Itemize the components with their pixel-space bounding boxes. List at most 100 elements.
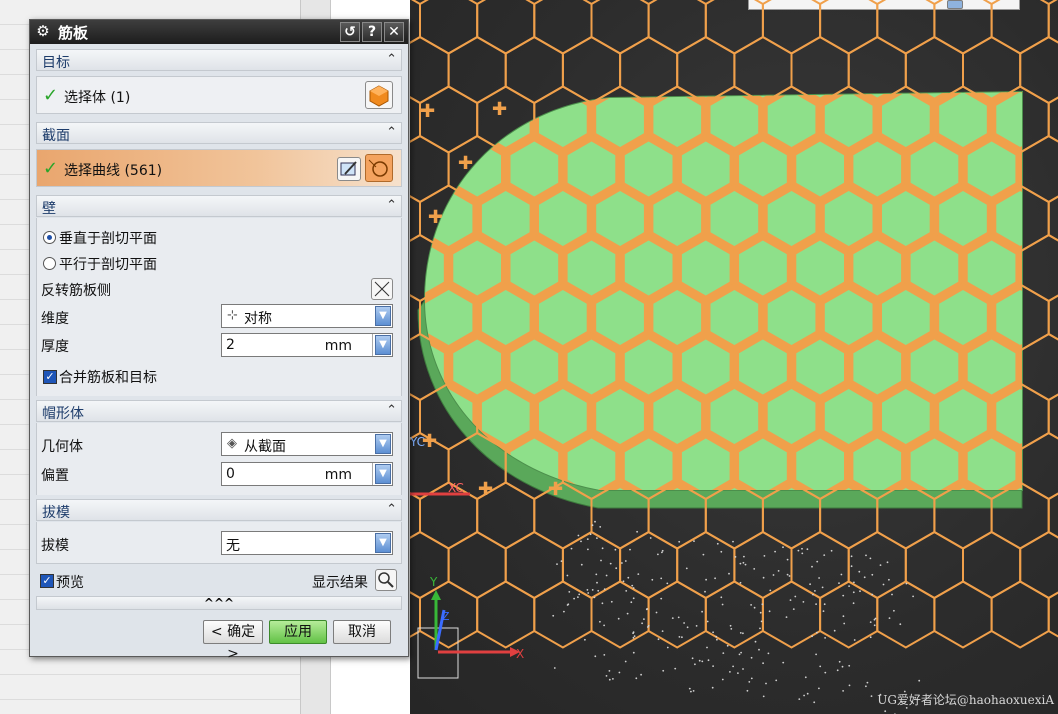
cloud-point [789,599,792,601]
cloud-point [809,583,811,586]
wall-panel: 垂直于剖切平面 平行于剖切平面 反转筋板侧 维度 ⊹ 对称 ▼ 厚度 2 mm … [36,218,402,396]
chevron-down-icon[interactable]: ▼ [375,306,391,326]
cloud-point [705,578,707,581]
cloud-point [882,583,885,586]
radio-perpendicular-label[interactable]: 垂直于剖切平面 [59,228,157,248]
cloud-point [647,624,650,627]
select-body-row[interactable]: ✓ 选择体 (1) [36,76,402,114]
cloud-point [563,610,565,613]
cloud-point [678,636,681,638]
cloud-point [865,554,867,557]
section-draft-header[interactable]: 拔模 ⌃ [36,499,402,521]
section-target-title: 目标 [42,55,70,71]
cloud-point [873,624,876,627]
cloud-point [599,526,602,528]
chevron-down-icon[interactable]: ▼ [375,434,391,454]
dialog-titlebar[interactable]: ⚙ 筋板 ↺ ? ✕ [30,20,408,44]
offset-value[interactable]: 0 [226,466,235,482]
cloud-point [734,556,737,558]
cloud-point [848,684,851,687]
cloud-point [722,652,725,654]
cloud-point [772,574,775,576]
radio-parallel[interactable] [43,257,56,270]
section-cap-title: 帽形体 [42,406,84,422]
cloud-point [721,678,724,681]
cloud-point [843,622,846,625]
section-cap-header[interactable]: 帽形体 ⌃ [36,400,402,422]
cancel-button[interactable]: 取消 [333,620,391,644]
ok-button[interactable]: < 确定 > [203,620,263,662]
cloud-point [720,550,723,553]
chevron-down-icon[interactable]: ▼ [375,464,391,484]
cloud-point [624,560,627,562]
cloud-point [601,602,604,605]
cloud-point [804,676,807,679]
preview-label[interactable]: 预览 [56,572,84,592]
section-section-header[interactable]: 截面 ⌃ [36,122,402,144]
cloud-point [859,590,861,593]
cloud-point [661,630,664,632]
cloud-point [774,550,776,553]
thickness-value[interactable]: 2 [226,337,235,353]
chevron-up-icon[interactable]: ⌃ [386,52,397,67]
hex-cell-outline [1047,195,1058,242]
chevron-up-icon[interactable]: ⌃ [386,403,397,418]
radio-perpendicular[interactable] [43,231,56,244]
hex-cell-outline [1047,492,1058,539]
cloud-point [591,589,594,591]
thickness-input[interactable]: 2 mm ▼ [221,333,393,357]
reverse-direction-icon[interactable] [371,278,393,300]
dimension-select[interactable]: ⊹ 对称 ▼ [221,304,393,328]
hex-cell-outline [933,0,993,55]
geometry-label: 几何体 [41,439,83,455]
cloud-point [838,582,840,584]
cloud-point [662,669,665,672]
cloud-point [824,637,826,639]
cloud-point [599,620,601,623]
draft-value: 无 [226,538,240,554]
show-result-label: 显示结果 [312,575,368,591]
graphics-viewport[interactable]: + + + + + + + XC YC X Y Z UG爱好者论坛@haohaoxuexiA [410,0,1058,714]
chevron-down-icon[interactable]: ▼ [375,533,391,553]
offset-input[interactable]: 0 mm ▼ [221,462,393,486]
collapse-bar[interactable]: ^^^ [36,596,402,610]
chevron-up-icon[interactable]: ⌃ [386,125,397,140]
cloud-point [785,616,788,618]
gear-icon[interactable]: ⚙ [34,22,52,40]
cloud-point [632,636,635,639]
sketch-section-icon[interactable] [337,157,361,181]
merge-label[interactable]: 合并筋板和目标 [59,367,157,387]
cloud-point [884,710,887,713]
hex-cell-outline [761,0,822,55]
apply-button[interactable]: 应用 [269,620,327,644]
reset-icon[interactable]: ↺ [340,22,360,42]
cloud-point [629,548,631,551]
select-body-label: 选择体 (1) [64,90,131,106]
draft-label: 拔模 [41,538,69,554]
draft-select[interactable]: 无 ▼ [221,531,393,555]
select-curve-row[interactable]: ✓ 选择曲线 (561) [36,149,402,187]
cloud-point [649,537,652,539]
geometry-select[interactable]: ◈ 从截面 ▼ [221,432,393,456]
chevron-up-icon[interactable]: ⌃ [386,198,397,213]
magnifier-icon[interactable] [375,569,397,591]
radio-parallel-label[interactable]: 平行于剖切平面 [59,254,157,274]
cloud-point [822,610,825,612]
solid-body-icon[interactable] [365,81,393,109]
merge-checkbox[interactable]: ✓ [43,370,57,384]
cloud-point [760,620,763,623]
cloud-point [806,692,809,695]
section-target-header[interactable]: 目标 ⌃ [36,49,402,71]
section-wall-header[interactable]: 壁 ⌃ [36,195,402,217]
curve-icon[interactable] [365,154,393,182]
hex-cell-outline [847,530,907,600]
chevron-up-icon[interactable]: ⌃ [386,502,397,517]
cloud-point [863,576,866,579]
cloud-point [641,622,643,625]
preview-checkbox[interactable]: ✓ [40,574,54,588]
cloud-point [608,678,611,681]
chevron-down-icon[interactable]: ▼ [375,335,391,355]
cap-panel: 几何体 ◈ 从截面 ▼ 偏置 0 mm ▼ [36,423,402,495]
close-icon[interactable]: ✕ [384,22,404,42]
help-icon[interactable]: ? [362,22,382,42]
